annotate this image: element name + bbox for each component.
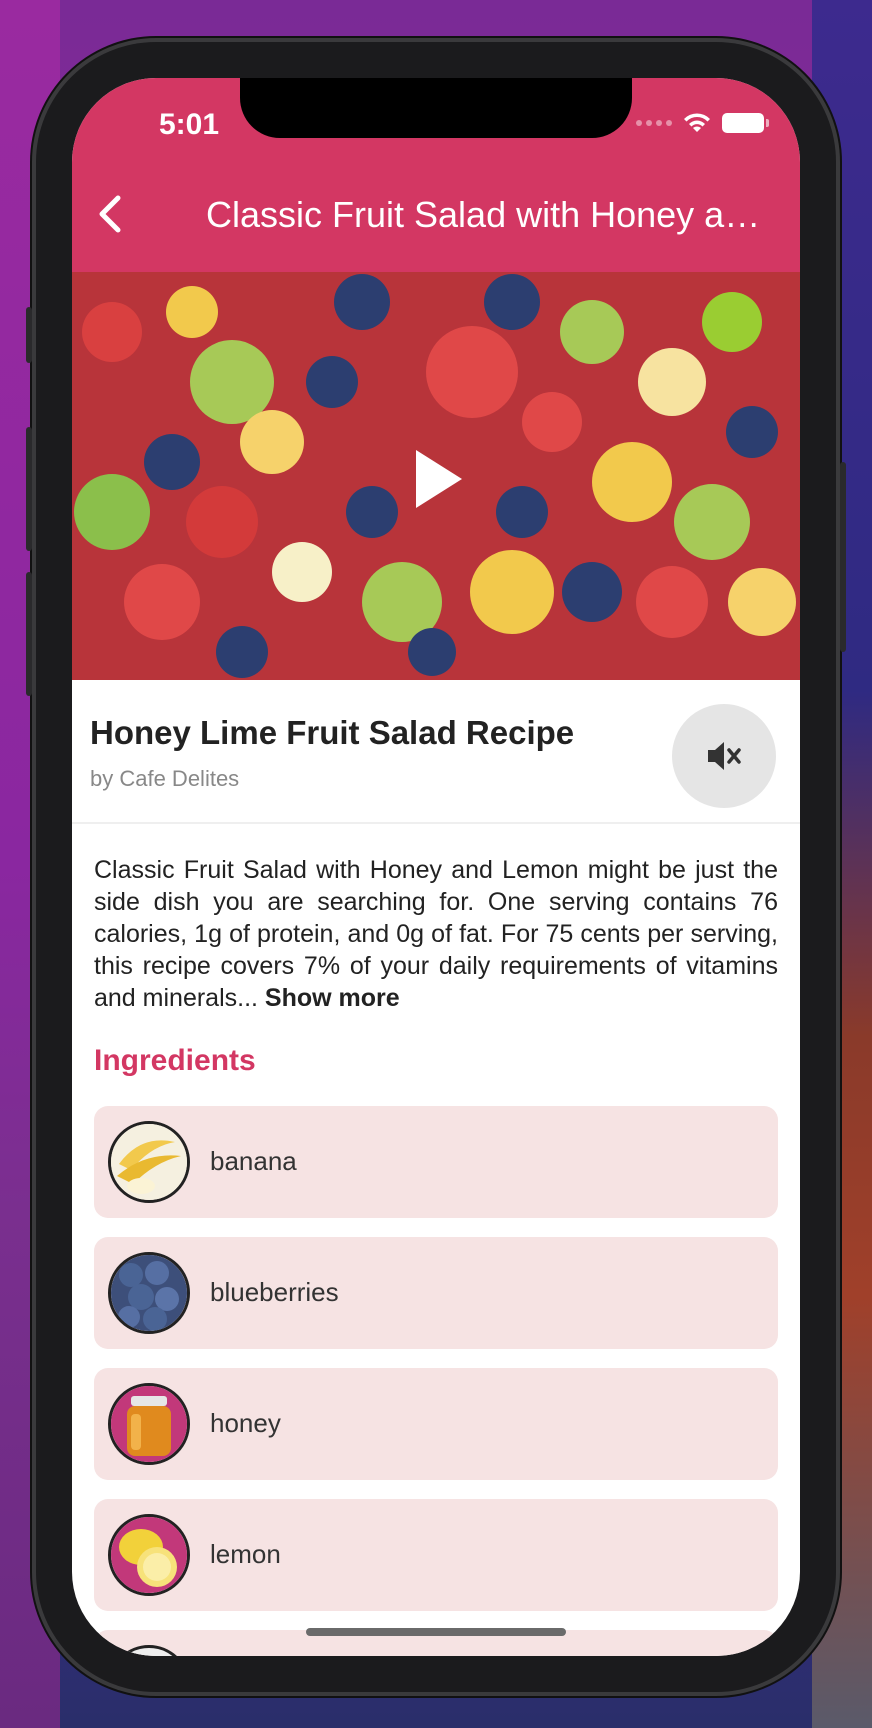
mute-switch: [26, 307, 32, 363]
ingredient-name: honey: [210, 1408, 281, 1438]
ingredient-name: lemon: [210, 1539, 281, 1569]
power-button: [840, 462, 846, 652]
volume-down-button: [26, 572, 32, 696]
ingredient-item-blueberries[interactable]: blueberries: [94, 1237, 778, 1349]
mute-button[interactable]: [672, 704, 776, 808]
banana-image: [108, 1121, 190, 1203]
recipe-header: Honey Lime Fruit Salad Recipe by Cafe De…: [72, 684, 800, 824]
page-title: Classic Fruit Salad with Honey and Lemon: [206, 194, 776, 235]
recipe-author: by Cafe Delites: [90, 766, 240, 791]
ingredient-image: [108, 1645, 190, 1656]
ingredient-item-lemon[interactable]: lemon: [94, 1499, 778, 1611]
home-indicator[interactable]: [306, 1628, 566, 1636]
wifi-icon: [684, 113, 710, 132]
ingredient-name: blueberries: [210, 1277, 339, 1307]
ingredient-item-banana[interactable]: banana: [94, 1106, 778, 1218]
play-icon[interactable]: [412, 448, 464, 510]
ingredient-item-honey[interactable]: honey: [94, 1368, 778, 1480]
status-icons: [636, 112, 769, 134]
volume-up-button: [26, 427, 32, 551]
recipe-video[interactable]: [72, 272, 800, 680]
volume-off-icon: [708, 742, 741, 770]
show-more-link[interactable]: Show more: [265, 984, 400, 1012]
chevron-left-icon: [99, 195, 121, 233]
app-bar: 5:01 Classic Fruit Salad with Honey and …: [72, 78, 800, 272]
app-screen: 5:01 Classic Fruit Salad with Honey and …: [72, 78, 800, 1656]
description-text: Classic Fruit Salad with Honey and Lemon…: [94, 856, 778, 1012]
battery-icon: [722, 113, 769, 133]
ingredients-list: banana blueberries honey lemon: [94, 1106, 778, 1656]
ingredients-heading: Ingredients: [94, 1044, 256, 1077]
recipe-description: Classic Fruit Salad with Honey and Lemon…: [94, 854, 778, 1014]
notch: [240, 78, 632, 138]
lemon-image: [108, 1514, 190, 1596]
status-time: 5:01: [158, 108, 220, 141]
back-button[interactable]: [90, 190, 130, 238]
cellular-signal-icon: [636, 120, 672, 126]
ingredient-name: banana: [210, 1146, 297, 1176]
blueberries-image: [108, 1252, 190, 1334]
honey-image: [108, 1383, 190, 1465]
recipe-title: Honey Lime Fruit Salad Recipe: [90, 714, 575, 751]
